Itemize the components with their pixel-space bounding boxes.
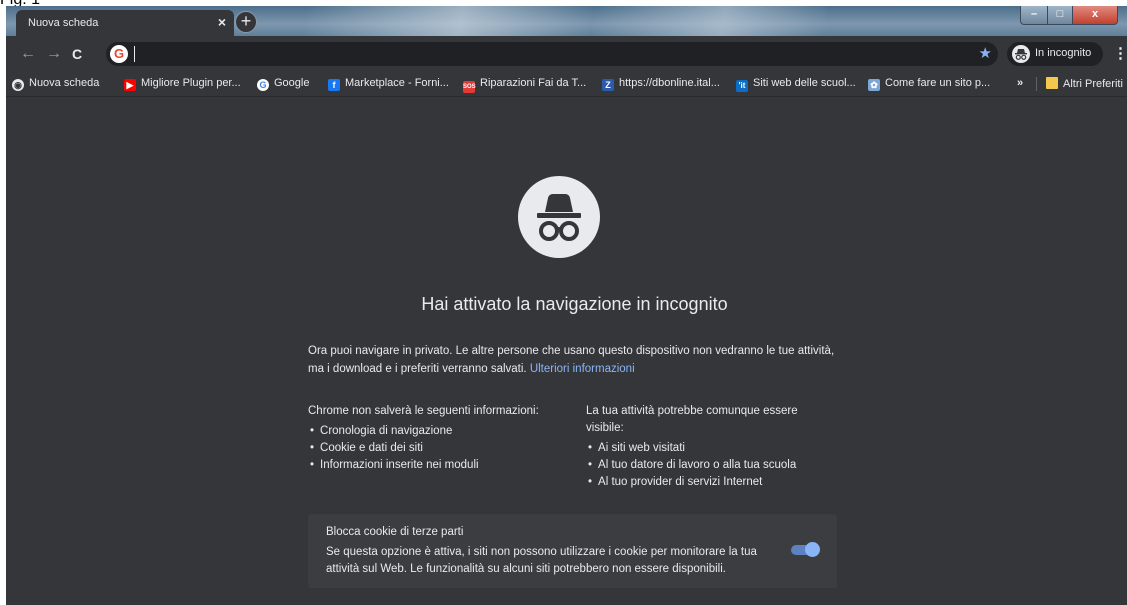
close-tab-icon[interactable]: × [218,14,226,30]
visible-title: La tua attività potrebbe comunque essere… [586,405,798,434]
block-cookies-toggle[interactable] [791,542,820,557]
profile-label: In incognito [1035,47,1092,59]
sos-icon: SOS [463,81,476,93]
cookie-card-description: Se questa opzione è attiva, i siti non p… [326,546,757,575]
list-item: Al tuo datore di lavoro o alla tua scuol… [586,457,836,474]
tab-new-tab[interactable]: Nuova scheda × [16,10,234,36]
bookmark-item[interactable]: ▶ Migliore Plugin per... [124,77,241,93]
close-window-button[interactable]: x [1072,6,1118,25]
incognito-profile-button[interactable]: In incognito [1007,42,1103,66]
maximize-button[interactable]: □ [1047,6,1073,25]
not-saved-title: Chrome non salverà le seguenti informazi… [308,405,539,417]
third-party-cookies-card: Blocca cookie di terze parti Se questa o… [308,514,837,588]
minimize-icon: – [1030,8,1038,20]
close-icon: x [1091,8,1099,20]
other-bookmarks-folder[interactable]: Altri Preferiti [1046,77,1123,93]
folder-icon [1046,77,1058,89]
bookmarks-overflow-button[interactable]: » [1017,77,1023,93]
bookmark-label: Siti web delle scuol... [753,77,856,89]
bookmark-label: https://dbonline.ital... [619,77,720,89]
tab-title: Nuova scheda [28,17,99,29]
list-item: Cookie e dati dei siti [308,440,578,457]
list-item: Cronologia di navigazione [308,423,578,440]
bookmark-item[interactable]: 'it Siti web delle scuol... [736,77,856,93]
address-bar[interactable]: G ★ [106,42,998,66]
reload-button[interactable]: C [72,46,82,62]
bookmark-label: Migliore Plugin per... [141,77,241,89]
bookmark-item[interactable]: ◉ Nuova scheda [12,77,99,93]
forward-button[interactable]: → [46,45,62,63]
intro-paragraph: Ora puoi navigare in privato. Le altre p… [308,342,838,378]
list-item: Informazioni inserite nei moduli [308,457,578,474]
bookmark-item[interactable]: G Google [257,77,309,93]
it-icon: 'it [736,80,748,92]
text-caret [134,46,135,62]
bookmarks-separator [1036,77,1037,91]
bookmark-item[interactable]: ✿ Come fare un sito p... [868,77,990,93]
google-icon: G [257,79,269,91]
bookmarks-bar: ◉ Nuova scheda ▶ Migliore Plugin per... GG… [6,72,1127,97]
facebook-icon: f [328,79,340,91]
bookmark-label: Riparazioni Fai da T... [480,77,587,89]
title-bar: Nuova scheda × + – □ x [6,6,1127,36]
not-saved-section: Chrome non salverà le seguenti informazi… [308,403,578,474]
bookmark-label: Come fare un sito p... [885,77,991,89]
youtube-icon: ▶ [124,79,136,91]
toolbar: ← → C G ★ In incognito ⋮ [6,36,1127,72]
bookmark-label: Google [274,77,310,89]
bookmark-label: Nuova scheda [29,77,100,89]
bookmark-item[interactable]: Zhttps://dbonline.ital... [602,77,720,93]
incognito-icon [1012,45,1030,63]
new-tab-button[interactable]: + [235,11,257,33]
bookmark-label: Marketplace - Forni... [345,77,449,89]
back-button[interactable]: ← [20,45,36,63]
z-icon: Z [602,79,614,91]
bookmark-item[interactable]: f Marketplace - Forni... [328,77,449,93]
list-item: Ai siti web visitati [586,440,836,457]
toggle-knob [805,542,820,557]
visible-section: La tua attività potrebbe comunque essere… [586,403,836,491]
bookmark-item[interactable]: SOS Riparazioni Fai da T... [463,77,586,93]
google-icon: G [110,45,128,63]
page-title: Hai attivato la navigazione in incognito [421,294,728,314]
list-item: Al tuo provider di servizi Internet [586,474,836,491]
more-info-link[interactable]: Ulteriori informazioni [530,363,635,375]
incognito-spy-icon [518,176,600,258]
browser-window: Nuova scheda × + – □ x ← → C G ★ In inco… [6,6,1127,605]
globe-icon: ◉ [12,79,24,91]
maximize-icon: □ [1056,8,1064,20]
site-icon: ✿ [868,79,880,91]
cookie-card-title: Blocca cookie di terze parti [326,526,464,538]
incognito-page: Hai attivato la navigazione in incognito… [6,97,1127,605]
minimize-button[interactable]: – [1020,6,1048,25]
menu-icon[interactable]: ⋮ [1113,44,1127,62]
bookmark-star-icon[interactable]: ★ [979,44,992,62]
other-bookmarks-label: Altri Preferiti [1063,78,1123,90]
